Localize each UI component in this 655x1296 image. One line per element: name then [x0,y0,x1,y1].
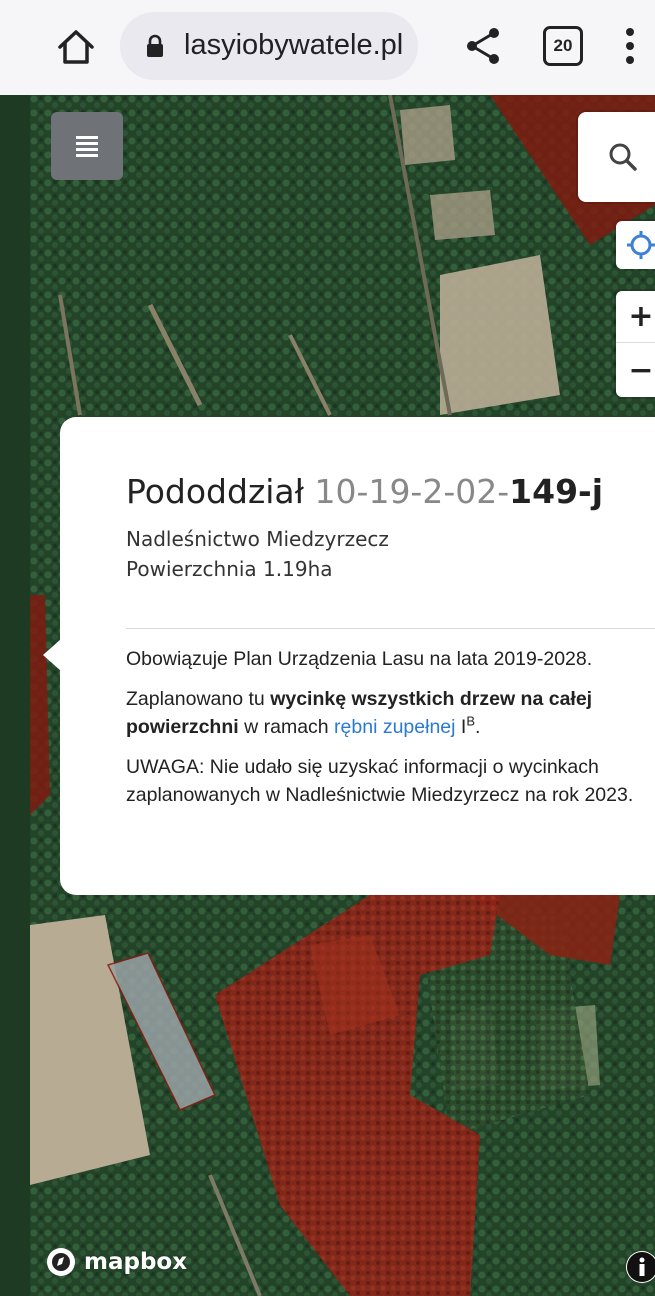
clearcut-link[interactable]: rębni zupełnej [334,716,455,738]
geolocate-icon[interactable] [616,221,655,269]
browser-toolbar: lasyiobywatele.pl 20 [0,0,655,95]
plan-text: Obowiązuje Plan Urządzenia Lasu na lata … [126,648,593,670]
home-icon[interactable] [55,26,97,68]
popup-title: Pododdział 10-19-2-02-149-j [126,472,603,511]
lock-icon [146,34,164,58]
parcel-popup: Pododdział 10-19-2-02-149-j Nadleśnictwo… [60,417,655,895]
district-name: Nadleśnictwo Miedzyrzecz [126,527,389,551]
layers-menu-icon[interactable] [51,112,123,180]
planned-cut-text: Zaplanowano tu wycinkę wszystkich drzew … [126,685,655,741]
divider [126,628,655,629]
planned-end: . [474,716,481,738]
tab-switcher-icon[interactable]: 20 [543,26,583,66]
zoom-control: + − [616,291,655,397]
zoom-in-button[interactable]: + [616,291,655,343]
parcel-code-prefix: 10-19-2-02- [314,472,510,511]
info-icon[interactable] [626,1251,655,1283]
planned-code: I [455,716,467,738]
mapbox-icon [47,1248,75,1276]
zoom-out-button[interactable]: − [616,344,655,396]
share-icon[interactable] [463,24,503,68]
address-bar[interactable]: lasyiobywatele.pl [120,12,418,80]
more-vert-icon[interactable] [620,24,640,68]
url-text: lasyiobywatele.pl [184,29,404,61]
mapbox-wordmark: mapbox [84,1249,188,1275]
parcel-code-suffix: 149-j [509,472,604,511]
popup-pointer [43,639,61,671]
mapbox-logo[interactable]: mapbox [46,1247,187,1277]
popup-body: Obowiązuje Plan Urządzenia Lasu na lata … [126,645,655,821]
title-word: Pododdział [126,472,305,511]
planned-mid: w ramach [238,716,335,738]
planned-prefix: Zaplanowano tu [126,688,271,710]
planned-sup: B [466,713,475,729]
parcel-area: Powierzchnia 1.19ha [126,557,333,581]
map-canvas[interactable]: + − Pododdział 10-19-2-02-149-j Nadleśni… [30,95,655,1296]
warning-text: UWAGA: Nie udało się uzyskać informacji … [126,756,634,806]
search-icon[interactable] [578,112,655,202]
